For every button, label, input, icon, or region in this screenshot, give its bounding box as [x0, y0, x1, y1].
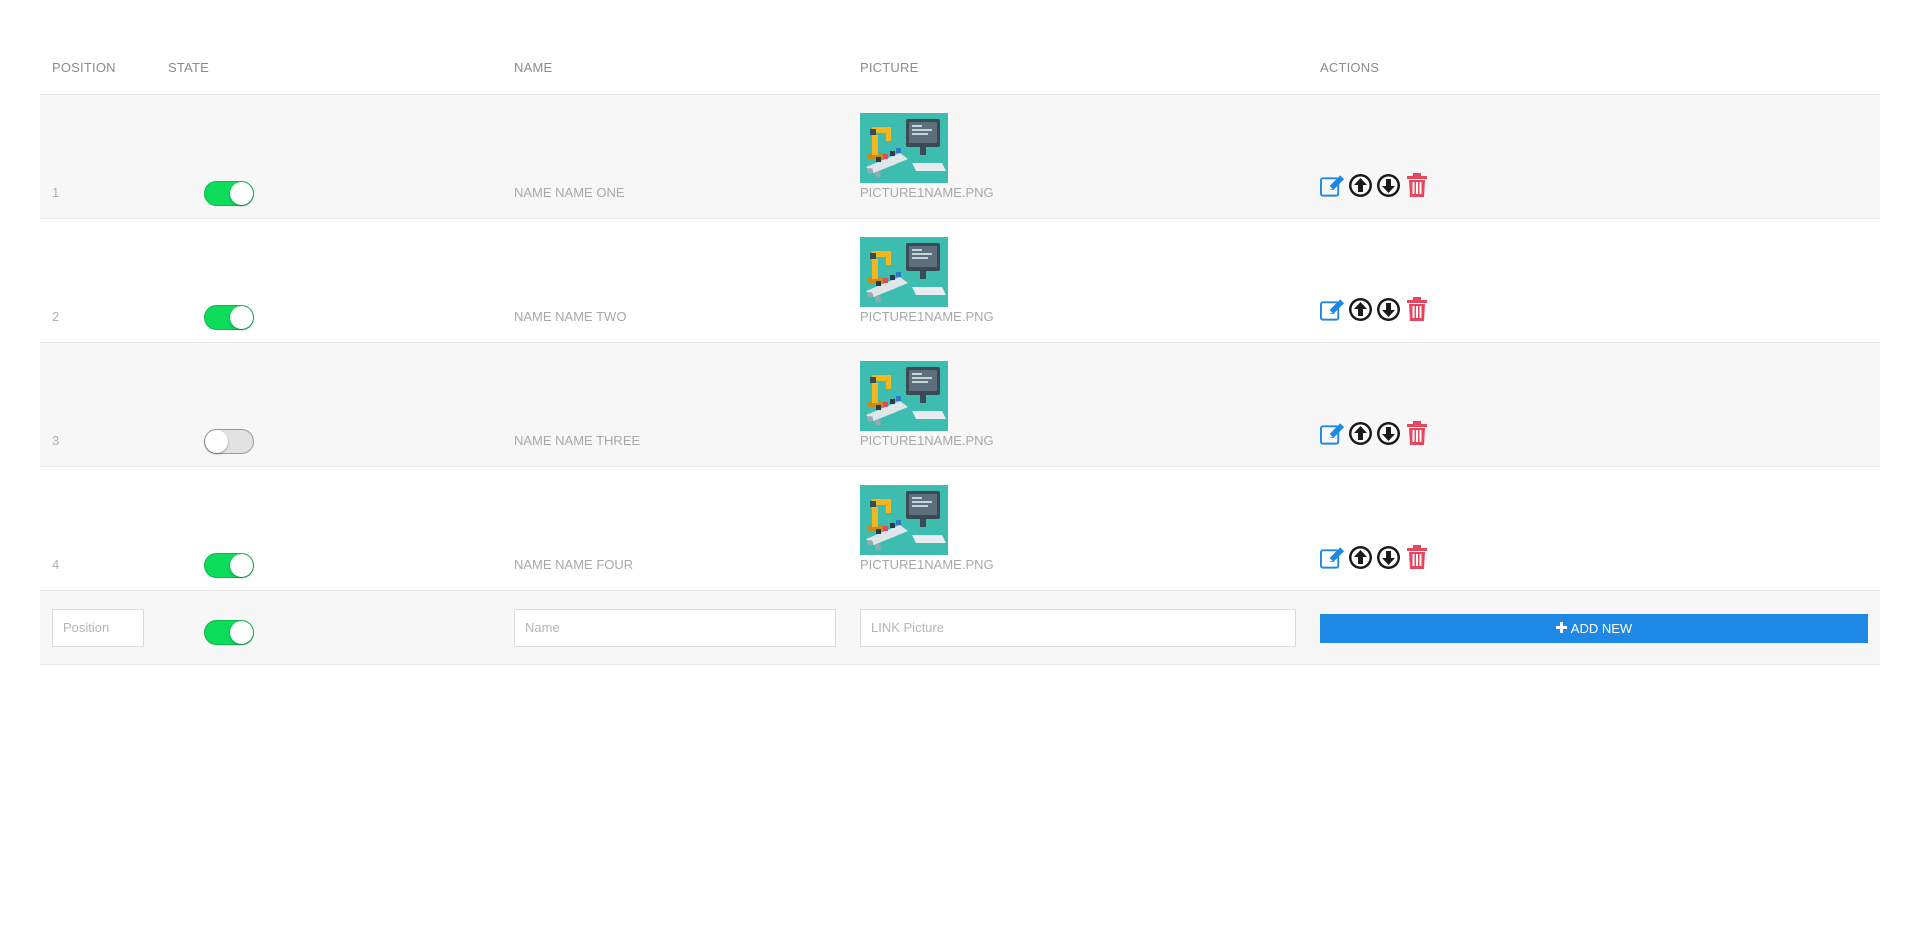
trash-icon[interactable] — [1404, 421, 1429, 446]
arrow-down-circle-icon[interactable] — [1376, 545, 1401, 570]
header-actions: ACTIONS — [1320, 59, 1380, 75]
header-name: NAME — [514, 59, 553, 75]
row-position: 1 — [52, 185, 60, 200]
position-input[interactable] — [52, 608, 144, 647]
header-position: POSITION — [52, 59, 116, 75]
table-header: POSITION STATE NAME PICTURE ACTIONS — [40, 40, 1880, 95]
items-table: POSITION STATE NAME PICTURE ACTIONS 1 NA… — [40, 40, 1880, 665]
table-row: 2 NAME NAME TWO PICTURE1NAME.PNG — [40, 219, 1880, 343]
row-state-toggle[interactable] — [204, 553, 254, 578]
arrow-up-circle-icon[interactable] — [1348, 545, 1373, 570]
arrow-up-circle-icon[interactable] — [1348, 297, 1373, 322]
toggle-knob — [230, 306, 253, 329]
picture-filename: PICTURE1NAME.PNG — [860, 309, 994, 324]
header-state: STATE — [168, 59, 209, 75]
row-name: NAME NAME THREE — [514, 433, 641, 448]
row-name: NAME NAME FOUR — [514, 557, 634, 572]
row-position: 2 — [52, 309, 60, 324]
table-row: 1 NAME NAME ONE PICTURE1NAME.PNG — [40, 95, 1880, 219]
plus-icon — [1555, 621, 1567, 636]
trash-icon[interactable] — [1404, 545, 1429, 570]
trash-icon[interactable] — [1404, 173, 1429, 198]
edit-icon[interactable] — [1320, 421, 1345, 446]
row-position: 4 — [52, 557, 60, 572]
arrow-down-circle-icon[interactable] — [1376, 297, 1401, 322]
row-state-toggle[interactable] — [204, 305, 254, 330]
new-entry-row: ADD NEW — [40, 591, 1880, 665]
trash-icon[interactable] — [1404, 297, 1429, 322]
row-state-toggle[interactable] — [204, 181, 254, 206]
picture-thumbnail — [860, 485, 948, 555]
edit-icon[interactable] — [1320, 545, 1345, 570]
picture-filename: PICTURE1NAME.PNG — [860, 433, 994, 448]
new-entry-state-toggle[interactable] — [204, 620, 254, 645]
add-new-label: ADD NEW — [1570, 621, 1633, 636]
picture-thumbnail — [860, 361, 948, 431]
table-row: 4 NAME NAME FOUR PICTURE1NAME.PNG — [40, 467, 1880, 591]
toggle-knob — [230, 182, 253, 205]
name-input[interactable] — [514, 608, 836, 647]
row-state-toggle[interactable] — [204, 429, 254, 454]
header-picture: PICTURE — [860, 59, 919, 75]
picture-filename: PICTURE1NAME.PNG — [860, 185, 994, 200]
toggle-knob — [230, 621, 253, 644]
table-row: 3 NAME NAME THREE PICTURE1NAME.PNG — [40, 343, 1880, 467]
arrow-up-circle-icon[interactable] — [1348, 421, 1373, 446]
picture-thumbnail — [860, 237, 948, 307]
add-new-button[interactable]: ADD NEW — [1320, 614, 1868, 643]
arrow-down-circle-icon[interactable] — [1376, 173, 1401, 198]
toggle-knob — [205, 430, 228, 453]
edit-icon[interactable] — [1320, 297, 1345, 322]
row-name: NAME NAME ONE — [514, 185, 625, 200]
picture-filename: PICTURE1NAME.PNG — [860, 557, 994, 572]
row-position: 3 — [52, 433, 60, 448]
toggle-knob — [230, 554, 253, 577]
edit-icon[interactable] — [1320, 173, 1345, 198]
row-name: NAME NAME TWO — [514, 309, 627, 324]
arrow-down-circle-icon[interactable] — [1376, 421, 1401, 446]
arrow-up-circle-icon[interactable] — [1348, 173, 1373, 198]
picture-link-input[interactable] — [860, 608, 1296, 647]
picture-thumbnail — [860, 113, 948, 183]
